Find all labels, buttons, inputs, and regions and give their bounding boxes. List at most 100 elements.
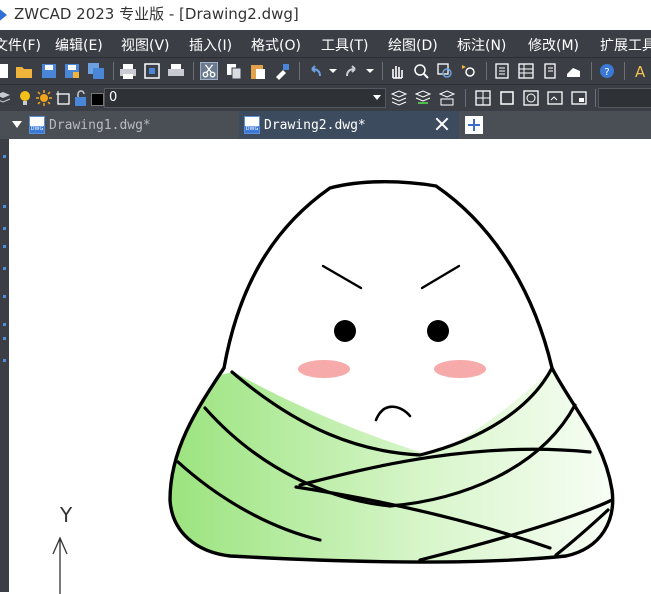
layer-thaw-sun-icon[interactable] — [35, 89, 53, 107]
markup-icon[interactable] — [565, 62, 583, 80]
toolbar-separator — [595, 89, 596, 107]
tab-label: Drawing2.dwg* — [264, 118, 366, 133]
toolbar-separator — [465, 89, 466, 107]
left-dock-strip — [0, 139, 9, 592]
tool-palettes-icon[interactable] — [541, 62, 559, 80]
menu-insert[interactable]: 插入(I) — [189, 35, 232, 55]
toolbar-separator — [624, 62, 625, 80]
dwg-file-icon — [244, 116, 260, 134]
layer-viewport-icon[interactable] — [55, 89, 73, 107]
leaf-wrap — [170, 366, 613, 563]
dock-marker — [3, 267, 6, 270]
open-folder-icon[interactable] — [15, 62, 33, 80]
menu-tools[interactable]: 工具(T) — [321, 35, 368, 55]
tab-drawing1[interactable]: Drawing1.dwg* — [24, 111, 234, 139]
menu-extensions[interactable]: 扩展工具 — [600, 35, 651, 55]
tab-label: Drawing1.dwg* — [49, 118, 151, 133]
properties-palette-icon[interactable] — [493, 62, 511, 80]
tab-drawing2[interactable]: Drawing2.dwg* — [239, 111, 459, 139]
left-eyebrow — [321, 264, 363, 290]
window-title: ZWCAD 2023 专业版 - [Drawing2.dwg] — [14, 5, 299, 23]
cut-icon[interactable] — [200, 62, 218, 80]
dock-marker — [3, 295, 6, 298]
undo-dropdown-chevron-down-icon[interactable] — [324, 62, 342, 80]
right-eye — [427, 320, 449, 342]
left-blush — [298, 360, 350, 378]
menu-dimension[interactable]: 标注(N) — [457, 35, 506, 55]
zoom-realtime-icon[interactable] — [412, 62, 430, 80]
drawing-canvas[interactable]: Y — [9, 139, 651, 594]
zongzi-drawing — [168, 180, 615, 564]
viewport-scale-dropdown[interactable] — [598, 88, 651, 108]
toolbar-separator — [591, 62, 592, 80]
dock-marker — [3, 323, 6, 326]
right-blush — [434, 360, 486, 378]
layer-on-bulb-icon[interactable] — [16, 89, 34, 107]
dock-marker — [3, 359, 6, 362]
menu-view[interactable]: 视图(V) — [121, 35, 170, 55]
dock-marker — [3, 245, 6, 248]
dock-marker — [3, 227, 6, 230]
save-icon[interactable] — [40, 62, 58, 80]
svg-text:A: A — [635, 63, 646, 80]
ucs-y-axis-label: Y — [60, 503, 73, 527]
current-layer-name: 0 — [109, 90, 118, 105]
dock-marker — [3, 205, 6, 208]
pan-hand-icon[interactable] — [388, 62, 406, 80]
standard-toolbar: ? A — [0, 57, 651, 85]
make-object-layer-current-icon[interactable] — [390, 89, 408, 107]
toolbar-separator — [382, 62, 383, 80]
copy-icon[interactable] — [225, 62, 243, 80]
object-viewport-icon[interactable] — [546, 89, 564, 107]
save-as-icon[interactable] — [63, 62, 81, 80]
left-eye — [334, 320, 356, 342]
zoom-window-icon[interactable] — [436, 62, 454, 80]
new-tab-button[interactable] — [465, 116, 483, 134]
menu-bar: 文件(F) 编辑(E) 视图(V) 插入(I) 格式(O) 工具(T) 绘图(D… — [0, 30, 651, 57]
title-bar: ZWCAD 2023 专业版 - [Drawing2.dwg] — [0, 0, 651, 30]
clip-viewport-icon[interactable] — [570, 89, 588, 107]
toolbar-separator — [486, 62, 487, 80]
print-icon[interactable] — [119, 62, 137, 80]
layer-manager-icon[interactable] — [0, 89, 12, 107]
redo-dropdown-chevron-down-icon[interactable] — [361, 62, 379, 80]
zwcad-logo-icon — [0, 7, 7, 23]
layer-unlock-icon[interactable] — [72, 89, 90, 107]
toolbar-separator — [299, 62, 300, 80]
text-style-icon[interactable]: A — [632, 62, 650, 80]
toolbar-separator — [193, 62, 194, 80]
tab-list-chevron-down-icon[interactable] — [12, 121, 22, 128]
undo-icon[interactable] — [306, 62, 324, 80]
close-tab-icon[interactable] — [435, 117, 449, 131]
redo-icon[interactable] — [343, 62, 361, 80]
menu-modify[interactable]: 修改(M) — [528, 35, 579, 55]
polygonal-viewport-icon[interactable] — [522, 89, 540, 107]
design-center-icon[interactable] — [517, 62, 535, 80]
match-properties-icon[interactable] — [273, 62, 291, 80]
zoom-previous-icon[interactable] — [460, 62, 478, 80]
single-viewport-icon[interactable] — [498, 89, 516, 107]
layer-color-swatch[interactable] — [91, 93, 104, 106]
menu-format[interactable]: 格式(O) — [251, 35, 301, 55]
layer-dropdown[interactable]: 0 — [104, 88, 386, 108]
plot-preview-icon[interactable] — [143, 62, 161, 80]
chevron-down-icon — [373, 95, 381, 100]
publish-icon[interactable] — [167, 62, 185, 80]
viewport-grid-icon[interactable] — [474, 89, 492, 107]
menu-file[interactable]: 文件(F) — [0, 35, 41, 55]
menu-draw[interactable]: 绘图(D) — [388, 35, 438, 55]
layers-toolbar: 0 — [0, 84, 651, 112]
toolbar-separator — [113, 62, 114, 80]
layer-states-icon[interactable] — [438, 89, 456, 107]
save-all-icon[interactable] — [87, 62, 105, 80]
menu-edit[interactable]: 编辑(E) — [55, 35, 103, 55]
dock-marker — [3, 155, 6, 158]
frown-mouth — [374, 405, 412, 422]
dwg-file-icon — [29, 116, 45, 134]
drawing-tab-bar: Drawing1.dwg* Drawing2.dwg* — [0, 111, 651, 139]
ucs-y-arrow-icon — [52, 536, 68, 594]
help-icon[interactable]: ? — [598, 62, 616, 80]
layer-previous-icon[interactable] — [414, 89, 432, 107]
paste-icon[interactable] — [249, 62, 267, 80]
new-file-icon[interactable] — [0, 62, 12, 80]
